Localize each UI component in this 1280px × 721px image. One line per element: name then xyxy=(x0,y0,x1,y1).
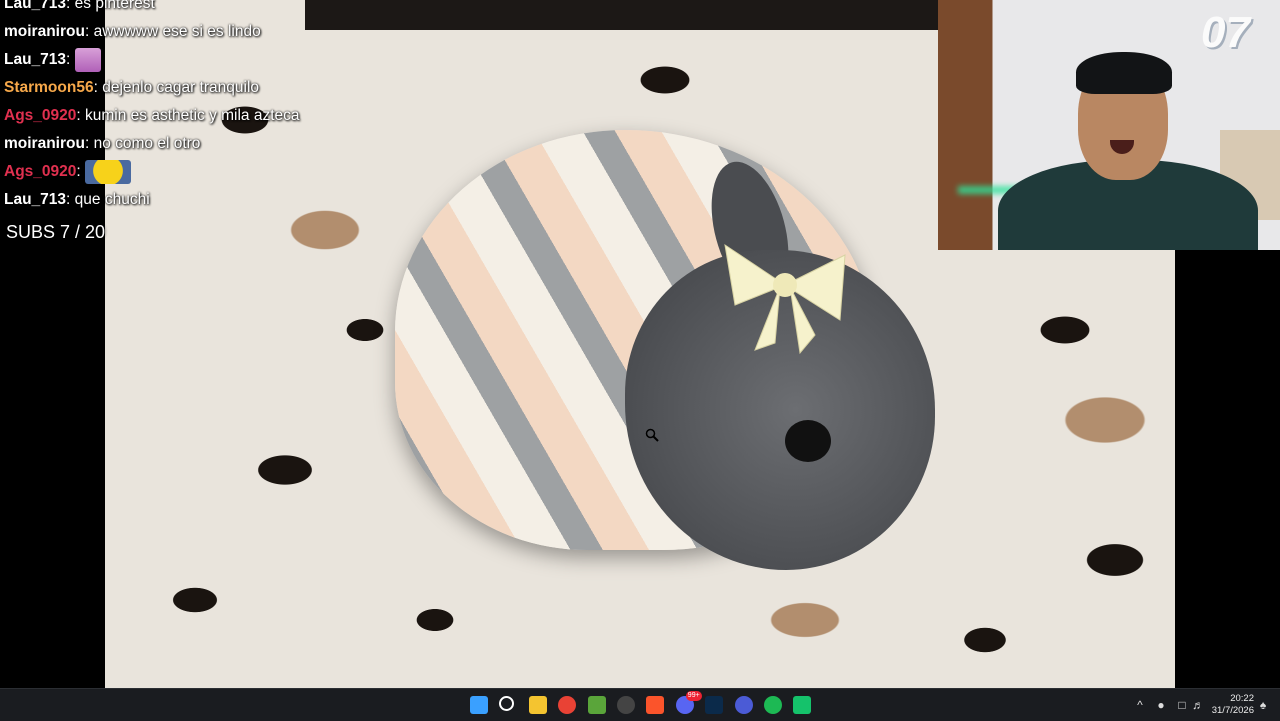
minecraft-icon[interactable] xyxy=(587,696,606,714)
chat-separator: : xyxy=(76,163,86,180)
chat-text: no como el otro xyxy=(93,135,201,152)
vpn-icon[interactable] xyxy=(734,696,753,714)
search-icon[interactable] xyxy=(499,696,515,711)
chat-message: Ags_0920: kumin es asthetic y mila aztec… xyxy=(4,102,300,130)
chat-username[interactable]: Ags_0920 xyxy=(4,107,76,124)
chat-text: dejenlo cagar tranquilo xyxy=(102,79,260,96)
photoshop-icon[interactable] xyxy=(705,696,724,714)
chat-text: kumin es asthetic y mila azteca xyxy=(85,107,300,124)
capcut-icon[interactable] xyxy=(793,696,812,714)
zoom-cursor-icon xyxy=(645,428,659,442)
chat-username[interactable]: Lau_713 xyxy=(4,191,66,208)
chat-message: moiranirou: no como el otro xyxy=(4,130,200,158)
network-icon[interactable]: □ xyxy=(1175,698,1189,712)
channel-logo: 07 xyxy=(1201,8,1250,57)
discord-icon[interactable]: 99+ xyxy=(675,691,702,714)
chat-username[interactable]: Ags_0920 xyxy=(4,163,76,180)
chat-separator: : xyxy=(66,191,75,208)
microphone-icon[interactable]: ● xyxy=(1154,698,1168,712)
blanket-shadow xyxy=(305,0,1045,30)
chrome-icon[interactable] xyxy=(558,696,577,714)
chat-message: moiranirou: awwwww ese si es lindo xyxy=(4,18,261,46)
brave-icon[interactable] xyxy=(646,696,665,714)
clock-date: 31/7/2026 xyxy=(1211,705,1254,716)
minion-emote xyxy=(85,159,132,184)
spotify-icon[interactable] xyxy=(764,696,782,714)
chat-separator: : xyxy=(84,135,94,152)
clock-time: 20:22 xyxy=(1230,693,1254,704)
chat-message: Lau_713: que chuchi xyxy=(4,186,150,214)
chat-text: que chuchi xyxy=(74,191,150,208)
chat-separator: : xyxy=(76,107,86,124)
chat-username[interactable]: Lau_713 xyxy=(4,51,66,68)
clock[interactable]: 20:22 31/7/2026 xyxy=(1206,693,1254,717)
taskbar: 99+ ^ ● □ ♬ 20:22 31/7/2026 ♠ xyxy=(0,688,1280,721)
chat-message: Lau_713: es pinterest xyxy=(4,0,155,18)
chat-message: Ags_0920: xyxy=(4,158,132,186)
subs-counter: SUBS 7 / 20 xyxy=(6,222,106,242)
notification-bell-icon[interactable]: ♠ xyxy=(1256,698,1270,712)
streamer-hair xyxy=(1076,52,1172,94)
chat-username[interactable]: Lau_713 xyxy=(4,0,66,12)
discord-badge: 99+ xyxy=(685,691,702,701)
chat-separator: : xyxy=(93,79,103,96)
pink-character-emote xyxy=(74,47,101,72)
chat-separator: : xyxy=(66,51,75,68)
file-explorer-icon[interactable] xyxy=(528,696,547,714)
stream-chat: Lau_713: es pinterest moiranirou: awwwww … xyxy=(0,0,360,250)
chat-username[interactable]: Starmoon56 xyxy=(4,79,94,96)
volume-icon[interactable]: ♬ xyxy=(1191,698,1205,712)
bunny-eye xyxy=(785,420,831,462)
windows-start-icon[interactable] xyxy=(470,696,488,714)
chat-message: Lau_713: xyxy=(4,46,101,74)
chat-separator: : xyxy=(84,23,94,40)
chat-text: awwwww ese si es lindo xyxy=(93,23,261,40)
chat-message: Starmoon56: dejenlo cagar tranquilo xyxy=(4,74,259,102)
chevron-up-icon[interactable]: ^ xyxy=(1133,698,1147,712)
bow-icon xyxy=(724,243,846,355)
obs-icon[interactable] xyxy=(617,696,635,714)
webcam-overlay: 07 xyxy=(938,0,1280,250)
chat-username[interactable]: moiranirou xyxy=(4,23,85,40)
chat-username[interactable]: moiranirou xyxy=(4,135,85,152)
chat-separator: : xyxy=(66,0,75,12)
chat-text: es pinterest xyxy=(74,0,155,12)
